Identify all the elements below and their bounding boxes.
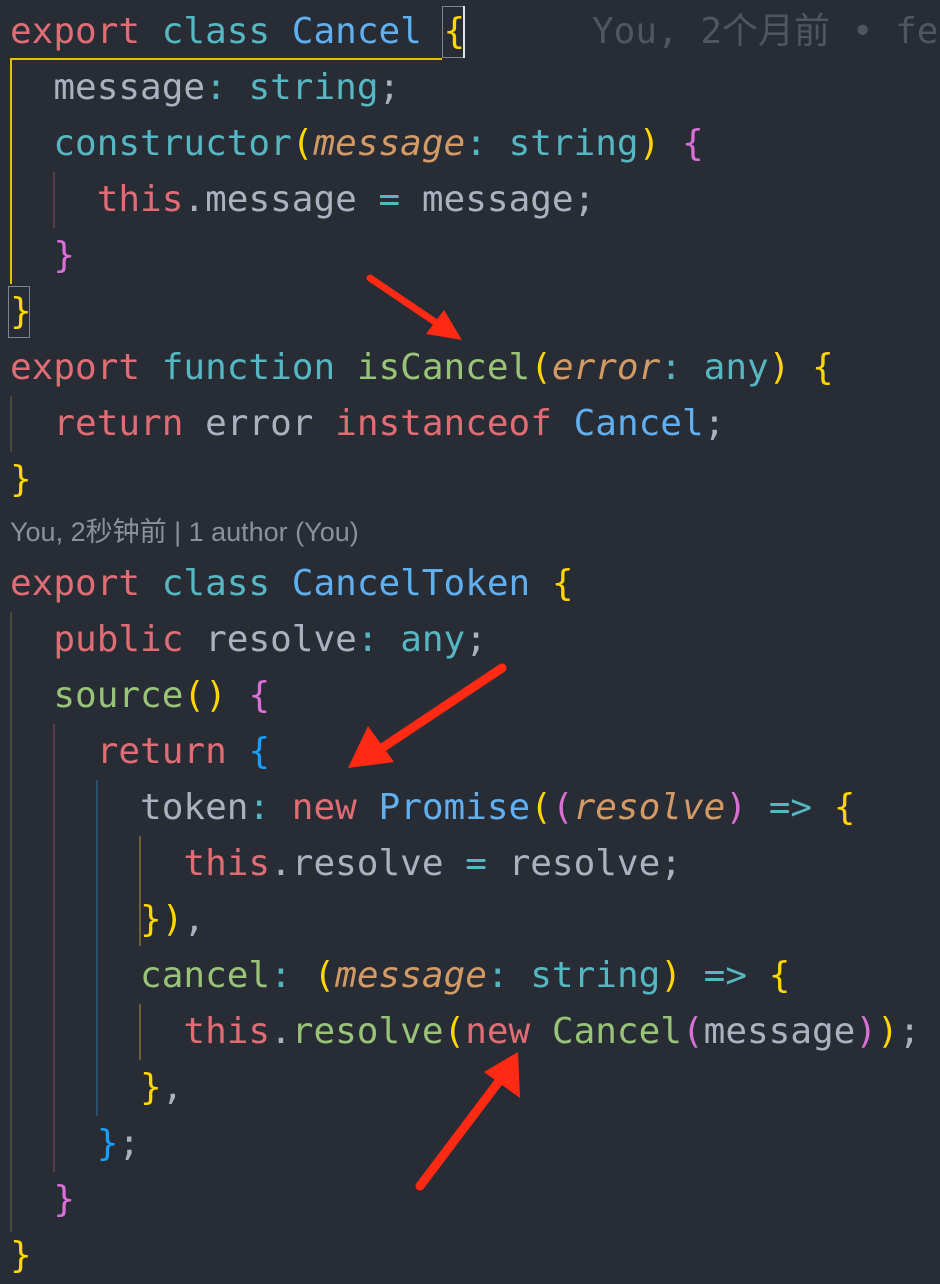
arrow-annotation	[366, 274, 462, 340]
arrow-annotation	[415, 1052, 520, 1191]
annotation-arrows	[348, 274, 520, 1191]
arrow-annotation	[348, 663, 507, 768]
